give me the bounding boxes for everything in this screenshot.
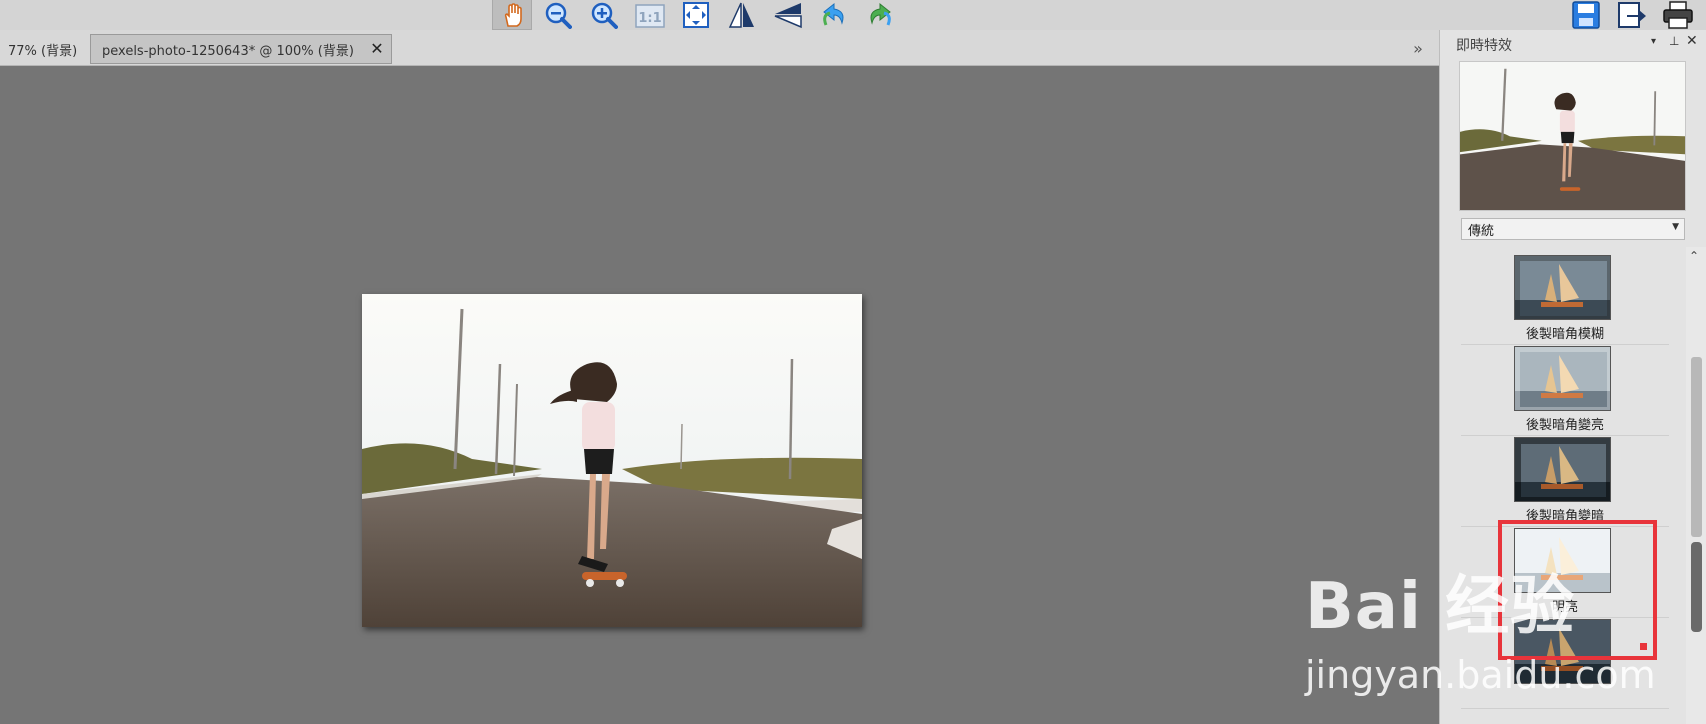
image-canvas[interactable] <box>0 67 1439 724</box>
panel-close-icon[interactable]: ✕ <box>1686 33 1698 49</box>
redo-icon <box>870 2 891 26</box>
tab-document-2-active[interactable]: pexels-photo-1250643* @ 100% (背景) ✕ <box>90 34 392 64</box>
panel-pin-icon[interactable]: ⊥ <box>1669 34 1679 48</box>
scrollbar-thumb[interactable] <box>1691 357 1702 537</box>
actual-size-button[interactable]: 1:1 <box>630 0 670 30</box>
annotation-highlight-box <box>1498 520 1657 660</box>
flip-horizontal-icon <box>728 2 754 28</box>
effect-item[interactable]: 後製暗角變暗 <box>1461 429 1669 527</box>
effects-scrollbar[interactable]: ⌃ <box>1686 247 1706 724</box>
tab-document-1[interactable]: 77% (背景) <box>0 34 88 64</box>
fit-window-button[interactable] <box>676 0 716 30</box>
panel-menu-icon[interactable]: ▾ <box>1651 36 1656 47</box>
effect-thumbnail <box>1514 437 1611 502</box>
tab-close-icon[interactable]: ✕ <box>369 40 385 58</box>
zoom-in-icon <box>591 2 618 29</box>
annotation-dot <box>1640 643 1647 650</box>
flip-vertical-icon <box>774 3 802 29</box>
panel-title: 即時特效 <box>1456 38 1512 54</box>
photo-image <box>362 294 862 627</box>
export-icon <box>1618 2 1646 28</box>
hand-tool-button[interactable] <box>492 0 532 30</box>
redo-button[interactable] <box>860 0 900 30</box>
toolbar: 1:1 <box>0 0 1706 30</box>
export-button[interactable] <box>1612 0 1652 30</box>
undo-icon <box>823 2 844 26</box>
document-photo[interactable] <box>362 294 862 627</box>
effect-item[interactable]: 後製暗角模糊 <box>1461 247 1669 345</box>
fit-window-icon <box>683 2 709 28</box>
preset-dropdown[interactable]: 傳統 ▼ <box>1461 218 1685 240</box>
chevron-up-icon[interactable]: ⌃ <box>1689 249 1699 263</box>
chevron-down-icon: ▼ <box>1672 222 1679 232</box>
undo-button[interactable] <box>814 0 854 30</box>
actual-size-icon: 1:1 <box>635 4 665 28</box>
zoom-in-button[interactable] <box>584 0 624 30</box>
flip-horizontal-button[interactable] <box>722 0 762 30</box>
save-icon <box>1572 1 1600 29</box>
preview-image <box>1460 62 1685 210</box>
scrollbar-indicator <box>1691 542 1702 632</box>
document-tab-bar: 77% (背景) pexels-photo-1250643* @ 100% (背… <box>0 30 1439 66</box>
svg-text:1:1: 1:1 <box>638 11 661 26</box>
flip-vertical-button[interactable] <box>768 0 808 30</box>
print-icon <box>1663 1 1693 29</box>
effect-item[interactable]: 後製暗角變亮 <box>1461 338 1669 436</box>
effect-thumbnail <box>1514 346 1611 411</box>
zoom-out-icon <box>545 2 572 29</box>
zoom-out-button[interactable] <box>538 0 578 30</box>
tab-scroll-right-icon[interactable]: » <box>1406 38 1430 60</box>
hand-icon <box>504 2 522 27</box>
effect-preview <box>1459 61 1686 211</box>
preset-value: 傳統 <box>1468 223 1495 239</box>
print-button[interactable] <box>1658 0 1698 30</box>
save-button[interactable] <box>1566 0 1606 30</box>
effect-thumbnail <box>1514 255 1611 320</box>
tab-label: pexels-photo-1250643* @ 100% (背景) <box>102 43 354 59</box>
tab-label: 77% (背景) <box>8 43 78 59</box>
